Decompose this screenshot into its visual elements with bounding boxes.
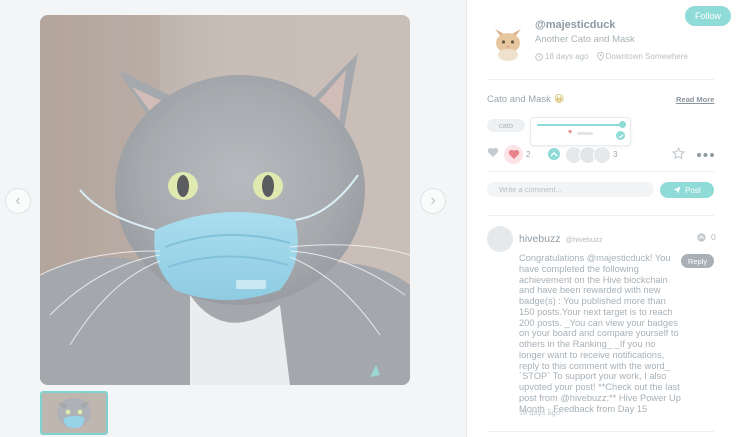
post-caption: Cato and Mask 😀 (487, 94, 564, 105)
reply-button[interactable]: Reply (681, 254, 714, 268)
more-options-button[interactable] (696, 148, 715, 166)
heart-outline-icon (487, 147, 499, 157)
author-username[interactable]: @majesticduck (535, 19, 615, 31)
post-location-text: Downtown Somewhere (605, 52, 688, 61)
vote-slider-popup[interactable]: ♥ (530, 117, 631, 146)
voters-avatars[interactable] (565, 146, 611, 164)
panel-divider (466, 0, 467, 437)
image-thumbnail[interactable] (40, 391, 108, 435)
main-image[interactable] (40, 15, 410, 385)
comments-divider (487, 215, 714, 216)
check-icon (618, 133, 623, 138)
vote-slider-track[interactable] (537, 124, 623, 126)
upvote-count: 3 (613, 150, 618, 159)
heart-icon (508, 149, 519, 159)
more-dots-icon (697, 153, 714, 157)
caption-text: Cato and Mask (487, 94, 551, 105)
bookmark-button[interactable] (671, 146, 686, 165)
post-comment-label: Post (684, 185, 701, 195)
cat-avatar-icon (495, 29, 521, 61)
read-more-link[interactable]: Read More (676, 95, 714, 104)
likes-count: 2 (526, 150, 531, 159)
upvote-icon (550, 151, 558, 157)
comment-input[interactable]: Write a comment... (487, 182, 654, 197)
send-icon (673, 186, 681, 194)
cat-photo (40, 15, 410, 385)
comment-author[interactable]: hivebuzz @hivebuzz (519, 233, 603, 245)
chevron-right-icon: › (430, 192, 436, 209)
vote-slider-handle[interactable] (619, 121, 626, 128)
post-location[interactable]: Downtown Somewhere (596, 52, 688, 61)
upvote-icon (697, 232, 706, 242)
author-avatar[interactable] (489, 23, 527, 61)
comment-time: 18 days ago (519, 408, 560, 417)
location-pin-icon (596, 52, 604, 61)
post-title: Another Cato and Mask (535, 34, 635, 45)
image-viewer: ‹ › (0, 0, 466, 437)
post-time: 18 days ago (535, 52, 589, 61)
voter-avatar (593, 146, 611, 164)
follow-button[interactable]: Follow (685, 6, 731, 26)
thumbnail-photo (42, 393, 106, 433)
comment-votes[interactable]: 0 (697, 232, 716, 242)
tag-chip[interactable]: cato (487, 119, 525, 132)
comment-username[interactable]: hivebuzz (519, 233, 560, 245)
confirm-vote-button[interactable] (616, 131, 625, 140)
like-outline-button[interactable] (487, 147, 499, 161)
star-icon (671, 146, 686, 160)
next-image-button[interactable]: › (420, 188, 446, 214)
prev-image-button[interactable]: ‹ (5, 188, 31, 214)
post-actions: 2 3 (487, 145, 715, 165)
heart-small-icon: ♥ (568, 129, 573, 136)
comment-body: Congratulations @majesticduck! You have … (519, 253, 681, 414)
like-button[interactable] (504, 145, 523, 164)
actions-divider (487, 171, 714, 172)
comment-votes-count: 0 (711, 232, 716, 242)
comment-handle: @hivebuzz (565, 235, 603, 244)
comment-author-avatar[interactable] (487, 226, 513, 252)
upvote-button[interactable] (548, 148, 560, 160)
clock-icon (535, 52, 543, 61)
vote-weight-label (577, 132, 593, 135)
comment-bottom-divider (487, 431, 714, 432)
post-meta: 18 days ago Downtown Somewhere (535, 52, 688, 61)
post-time-text: 18 days ago (545, 52, 589, 61)
header-divider (487, 79, 714, 80)
smiley-emoji: 😀 (553, 94, 565, 105)
post-comment-button[interactable]: Post (660, 182, 714, 198)
chevron-left-icon: ‹ (15, 192, 21, 209)
